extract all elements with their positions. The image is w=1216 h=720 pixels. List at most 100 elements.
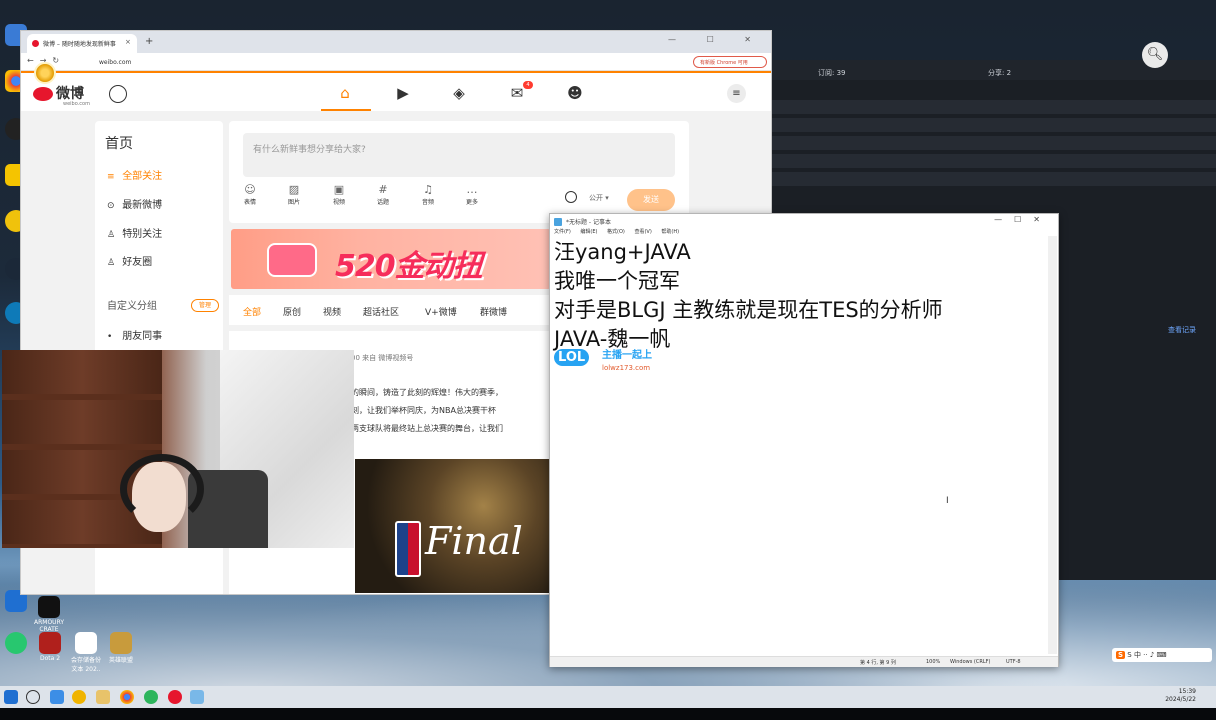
sidebar-item-latest[interactable]: ⊙ 最新微博 bbox=[107, 196, 162, 211]
tool-label: 音频 bbox=[421, 199, 434, 206]
sidebar-item-all-follow[interactable]: ≡ 全部关注 bbox=[107, 167, 162, 182]
video-icon[interactable]: ▶ bbox=[393, 83, 413, 103]
sidebar-item-label: 全部关注 bbox=[122, 171, 163, 182]
more-icon: … bbox=[466, 183, 478, 196]
emoji-icon: ☺ bbox=[244, 183, 256, 196]
message-count-badge: 4 bbox=[523, 81, 533, 89]
emoji-tool[interactable]: ☺ 表情 bbox=[239, 183, 261, 206]
feed-tab[interactable]: 视频 bbox=[323, 305, 341, 318]
tool-label: 图片 bbox=[287, 199, 300, 206]
avatar[interactable]: ☻ bbox=[565, 83, 585, 103]
menu-edit[interactable]: 编辑(E) bbox=[580, 229, 597, 235]
window-controls[interactable]: — ☐ ✕ bbox=[668, 35, 765, 44]
desktop-icon-label: 英雄联盟 bbox=[108, 657, 133, 664]
menu-help[interactable]: 帮助(H) bbox=[661, 229, 679, 235]
manage-groups-button[interactable]: 管理 bbox=[191, 299, 219, 312]
line-ending: Windows (CRLF) bbox=[950, 659, 991, 665]
home-icon[interactable]: ⌂ bbox=[335, 83, 355, 103]
tab-strip: 微博 – 随时随地发现新鲜事 × + — ☐ ✕ bbox=[21, 31, 771, 53]
headset-icon bbox=[120, 454, 204, 524]
compose-placeholder: 有什么新鲜事想分享给大家? bbox=[253, 145, 366, 155]
tool-label: 视频 bbox=[332, 199, 345, 206]
zoom-icon[interactable]: 🔍︎ bbox=[1142, 42, 1168, 68]
audio-tool[interactable]: ♫ 音频 bbox=[417, 183, 439, 206]
video-tool[interactable]: ▣ 视频 bbox=[328, 183, 350, 206]
sidebar-item-friends[interactable]: ♙ 好友圈 bbox=[107, 253, 152, 268]
close-icon[interactable]: × bbox=[125, 38, 131, 46]
start-icon[interactable] bbox=[4, 690, 18, 704]
scrollbar[interactable] bbox=[1048, 236, 1057, 654]
publish-button[interactable]: 发送 bbox=[627, 189, 675, 211]
text-cursor-icon: I bbox=[946, 496, 949, 506]
stream-watermark: LOL 主播一起上 lolwz173.com bbox=[554, 346, 652, 372]
watermark-url: lolwz173.com bbox=[602, 364, 651, 372]
compose-input[interactable]: 有什么新鲜事想分享给大家? bbox=[243, 133, 675, 177]
chrome-icon[interactable] bbox=[120, 690, 134, 704]
sidebar-item-special[interactable]: ♙ 特别关注 bbox=[107, 225, 162, 240]
desktop-icon-armoury[interactable]: ARMOURY CRATE bbox=[34, 596, 64, 633]
play-icon bbox=[5, 632, 27, 654]
post-meta: 00 来自 微博视频号 bbox=[351, 354, 414, 362]
menu-file[interactable]: 文件(F) bbox=[554, 229, 571, 235]
nba-logo bbox=[395, 521, 421, 577]
ime-toolbar[interactable]: S S 中 ·· ♪ ⌨ bbox=[1112, 648, 1212, 662]
address-bar[interactable]: weibo.com bbox=[83, 56, 643, 69]
folder-icon[interactable] bbox=[96, 690, 110, 704]
browser-tab[interactable]: 微博 – 随时随地发现新鲜事 bbox=[27, 34, 137, 53]
feed-tab[interactable]: 群微博 bbox=[480, 305, 507, 318]
menu-format[interactable]: 格式(O) bbox=[607, 229, 625, 235]
notepad-text-area[interactable]: 汪yang+JAVA 我唯一个冠军 对手是BLGJ 主教练就是现在TES的分析师… bbox=[554, 238, 943, 354]
document-icon bbox=[75, 632, 97, 654]
post-image[interactable]: Final bbox=[355, 459, 569, 593]
clock-icon: ⊙ bbox=[107, 201, 115, 211]
banner-text: 520金动扭 bbox=[335, 249, 483, 284]
window-controls[interactable]: —☐✕ bbox=[994, 215, 1052, 224]
sidebar-item-label: 好友圈 bbox=[122, 257, 153, 268]
finals-text: Final bbox=[425, 519, 523, 563]
new-tab-icon[interactable]: + bbox=[145, 36, 153, 47]
notepad-icon bbox=[554, 218, 562, 226]
menu-view[interactable]: 查看(V) bbox=[634, 229, 651, 235]
hot-icon[interactable]: ◈ bbox=[449, 83, 469, 103]
hashtag-icon: # bbox=[378, 183, 388, 196]
topic-tool[interactable]: # 话题 bbox=[372, 183, 394, 206]
visibility-dropdown[interactable]: 公开 ▾ bbox=[589, 193, 609, 203]
desktop-icon-dota[interactable]: Dota 2 bbox=[36, 632, 64, 662]
menu-icon[interactable]: ≡ bbox=[727, 84, 746, 103]
weibo-logo[interactable]: 微博 bbox=[33, 83, 84, 103]
feed-tab[interactable]: V+微博 bbox=[425, 305, 457, 318]
logo-subtext: weibo.com bbox=[63, 101, 90, 107]
active-tab-indicator bbox=[321, 109, 371, 111]
sidebar-item-colleagues[interactable]: • 朋友同事 bbox=[107, 327, 162, 342]
search-icon[interactable] bbox=[109, 85, 127, 103]
feed-tab[interactable]: 全部 bbox=[243, 305, 261, 318]
bgapp-link[interactable]: 查看记录 bbox=[1168, 325, 1196, 335]
app-icon[interactable] bbox=[50, 690, 64, 704]
more-tool[interactable]: … 更多 bbox=[461, 183, 483, 206]
wechat-icon[interactable] bbox=[144, 690, 158, 704]
promo-banner[interactable]: 520金动扭 bbox=[231, 229, 551, 289]
desktop-icon-player[interactable] bbox=[2, 632, 30, 655]
sidebar-item-label: 最新微博 bbox=[122, 200, 163, 211]
app-icon[interactable] bbox=[72, 690, 86, 704]
zoom-level: 100% bbox=[926, 659, 941, 665]
taskbar: 15:39 2024/5/22 bbox=[0, 686, 1216, 708]
feed-tab[interactable]: 超话社区 bbox=[363, 305, 399, 318]
weibo-eye-icon bbox=[33, 87, 53, 101]
desktop-icon-label: 会存储备份 文本 202.. bbox=[70, 657, 101, 673]
post-text-line: 刻，让我们举杯同庆，为NBA总决赛干杯 bbox=[351, 406, 496, 415]
timer-icon[interactable] bbox=[565, 191, 577, 203]
weibo-header: 微博 weibo.com ⌂ ▶ ◈ ✉ 4 ☻ ≡ bbox=[21, 71, 771, 111]
desktop-icon-lol[interactable]: 英雄联盟 bbox=[106, 632, 136, 664]
chrome-update-badge[interactable]: 有新版 Chrome 可用 bbox=[693, 56, 767, 68]
image-tool[interactable]: ▨ 图片 bbox=[283, 183, 305, 206]
system-clock[interactable]: 15:39 2024/5/22 bbox=[1165, 688, 1196, 704]
search-icon[interactable] bbox=[26, 690, 40, 704]
desktop-icon-word[interactable]: 会存储备份 文本 202.. bbox=[70, 632, 102, 673]
feed-tab[interactable]: 原创 bbox=[283, 305, 301, 318]
notepad-menubar: 文件(F) 编辑(E) 格式(O) 查看(V) 帮助(H) bbox=[554, 228, 687, 235]
screen-bottom-letterbox bbox=[0, 708, 1216, 720]
watermark-logo: LOL bbox=[554, 349, 590, 366]
weibo-icon[interactable] bbox=[168, 690, 182, 704]
notepad-icon[interactable] bbox=[190, 690, 204, 704]
